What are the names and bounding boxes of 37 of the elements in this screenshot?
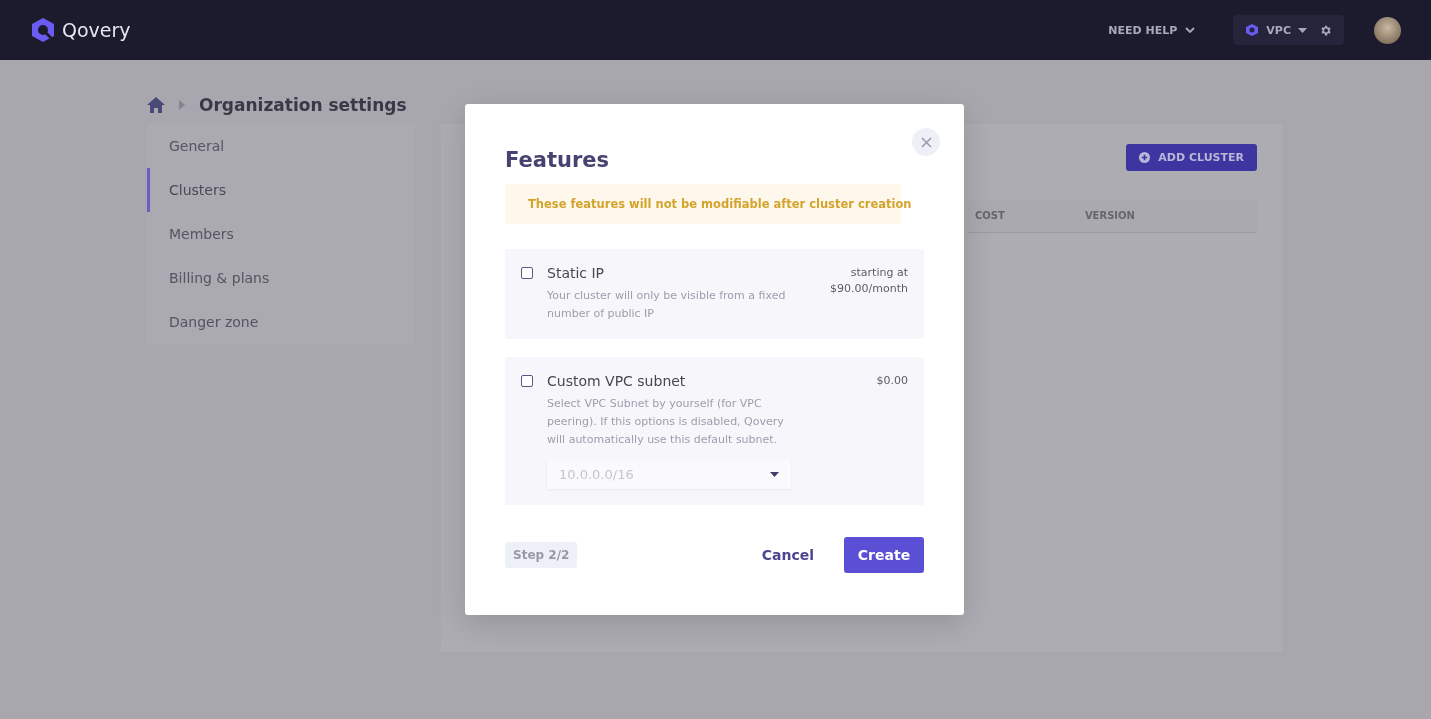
help-menu[interactable]: NEED HELP <box>1102 22 1202 38</box>
column-header: VERSION <box>1084 210 1135 221</box>
dialog-title: Features <box>505 148 610 172</box>
close-icon <box>920 136 932 148</box>
hexagon-icon <box>1245 23 1260 37</box>
settings-icon[interactable] <box>1319 23 1332 37</box>
sidebar-item[interactable]: Danger zone <box>147 300 415 344</box>
sidebar-item[interactable]: Members <box>147 212 415 256</box>
caret-icon <box>1298 27 1307 33</box>
close-button[interactable] <box>912 128 940 156</box>
warning-text: These features will not be modifiable after cluster creation <box>528 197 912 211</box>
feature-name: Custom VPC subnet <box>547 373 687 389</box>
caret-icon <box>770 471 779 477</box>
brand-name: Qovery <box>62 19 131 41</box>
checkbox[interactable] <box>521 267 533 279</box>
sidebar-item[interactable]: Billing & plans <box>147 256 415 300</box>
feature-price: $90.00/month <box>830 281 908 297</box>
sidebar-item[interactable]: General <box>147 124 415 168</box>
plus-circle-icon <box>1139 152 1151 163</box>
create-button[interactable]: Create <box>844 537 924 573</box>
home-icon[interactable] <box>147 97 165 113</box>
feature-price: $0.00 <box>876 373 908 389</box>
column-header: COST <box>975 210 1005 221</box>
feature-name: Static IP <box>547 265 606 281</box>
price-note: starting at <box>850 265 908 281</box>
avatar-icon[interactable] <box>1374 16 1401 44</box>
feature-description: Your cluster will only be visible from a fixed number of public IP <box>547 288 787 322</box>
feature-description: Select VPC Subnet by yourself (for VPC peering). If this options is disabled, Qovery will automatically use this default subnet. <box>547 396 785 448</box>
cancel-button[interactable]: Cancel <box>755 546 820 564</box>
step-indicator: Step 2/2 <box>505 542 578 568</box>
sidebar-item[interactable]: Clusters <box>147 168 415 212</box>
logo-icon <box>30 17 56 43</box>
checkbox[interactable] <box>521 375 533 387</box>
chevron-down-icon <box>1185 27 1196 33</box>
page-title: Organization settings <box>199 95 407 115</box>
chevron-right-icon <box>179 100 185 110</box>
add-cluster-button[interactable]: ADD CLUSTER <box>1126 144 1257 171</box>
